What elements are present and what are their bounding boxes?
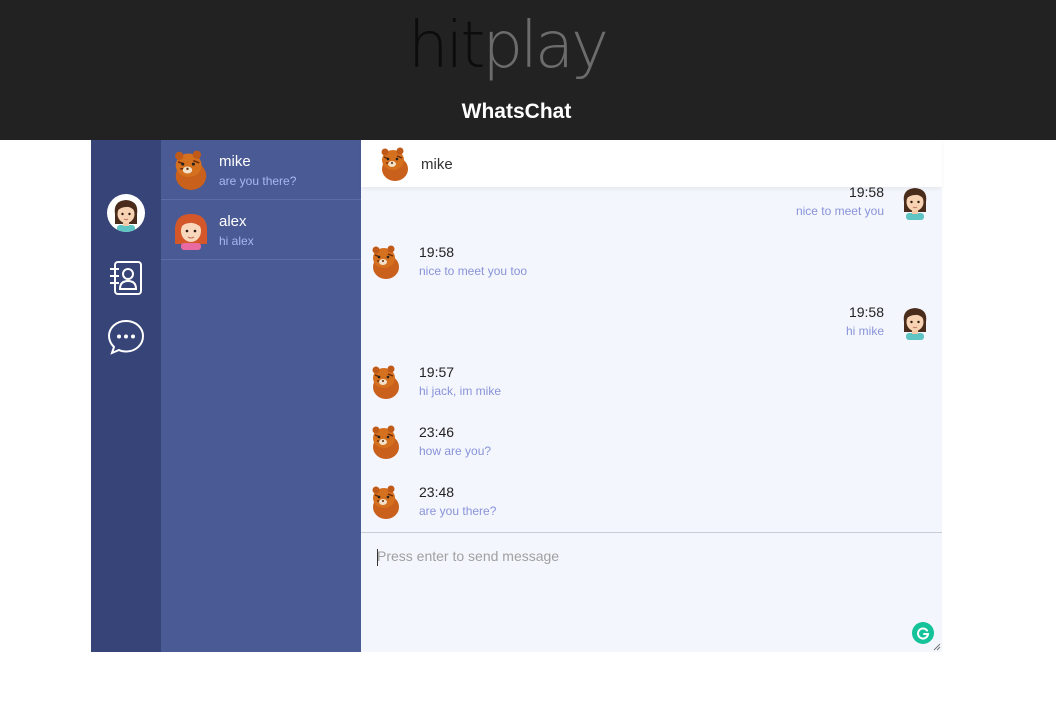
message-incoming: 23:46 how are you?: [361, 415, 942, 475]
chat-panel: mike 19:58 nice to meet you 19:58 nice t…: [361, 140, 942, 652]
app-title: WhatsChat: [461, 100, 572, 123]
contact-preview: hi alex: [219, 234, 254, 248]
girl-avatar-icon: [900, 187, 930, 220]
tiger-avatar-icon: [371, 365, 401, 399]
logo-hit: hit: [408, 9, 485, 83]
chat-header: mike: [361, 140, 942, 187]
contacts-icon[interactable]: [108, 260, 144, 296]
chat-contact-name: mike: [421, 156, 453, 173]
contact-name: mike: [219, 153, 251, 170]
tiger-avatar-icon: [371, 245, 401, 279]
message-text: hi mike: [845, 324, 884, 338]
grammarly-icon[interactable]: [912, 622, 934, 644]
message-time: 23:48: [419, 484, 455, 500]
top-bar: hitplay WhatsChat: [0, 0, 1056, 140]
message-incoming: 19:58 nice to meet you too: [361, 235, 942, 295]
message-time: 23:46: [419, 424, 455, 440]
message-text: how are you?: [419, 444, 492, 458]
message-time: 19:58: [848, 187, 884, 200]
contact-list: mike are you there? alex hi alex: [161, 140, 361, 652]
chat-app: mike are you there? alex hi alex mike 19…: [91, 140, 942, 652]
message-outgoing: 19:58 nice to meet you: [361, 187, 942, 235]
message-outgoing: 19:58 hi mike: [361, 295, 942, 355]
tiger-avatar-icon: [371, 425, 401, 459]
message-time: 19:57: [419, 364, 455, 380]
text-caret: [377, 549, 378, 566]
message-incoming: 23:48 are you there?: [361, 475, 942, 532]
message-text: are you there?: [419, 504, 497, 518]
message-time: 19:58: [848, 304, 884, 320]
message-incoming: 19:57 hi jack, im mike: [361, 355, 942, 415]
message-composer: [361, 532, 942, 652]
message-text: hi jack, im mike: [419, 384, 502, 398]
message-time: 19:58: [419, 244, 455, 260]
message-list[interactable]: 19:58 nice to meet you 19:58 nice to mee…: [361, 187, 942, 532]
contact-name: alex: [219, 213, 247, 230]
tiger-avatar-icon: [379, 147, 411, 181]
hitplay-logo: hitplay: [408, 6, 609, 86]
redhead-avatar-icon: [171, 210, 211, 250]
resize-handle-icon[interactable]: [933, 643, 941, 651]
contact-item-alex[interactable]: alex hi alex: [161, 200, 361, 260]
contact-preview: are you there?: [219, 174, 297, 188]
contact-item-mike[interactable]: mike are you there?: [161, 140, 361, 200]
message-text: nice to meet you: [795, 204, 884, 218]
chat-bubble-icon[interactable]: [107, 319, 145, 355]
logo-play: play: [482, 9, 608, 83]
message-input[interactable]: [361, 533, 942, 652]
nav-rail: [91, 140, 161, 652]
tiger-avatar-icon: [371, 485, 401, 519]
girl-avatar-icon: [900, 306, 930, 340]
user-avatar-icon[interactable]: [107, 194, 145, 232]
tiger-avatar-icon: [171, 150, 211, 190]
message-text: nice to meet you too: [419, 264, 528, 278]
